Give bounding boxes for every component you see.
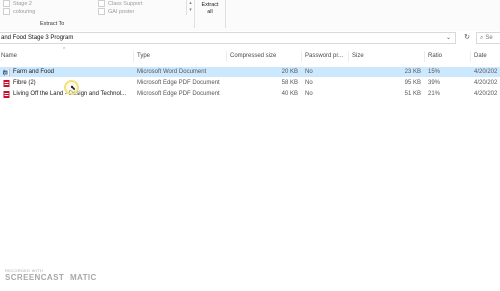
column-divider[interactable] bbox=[133, 51, 134, 62]
file-row[interactable]: W Farm and Food Microsoft Word Document … bbox=[0, 67, 500, 77]
file-type: Microsoft Edge PDF Document bbox=[137, 79, 220, 86]
password-protected: No bbox=[305, 90, 313, 97]
column-name[interactable]: Name bbox=[1, 53, 17, 59]
column-divider[interactable] bbox=[424, 51, 425, 62]
file-type: Microsoft Word Document bbox=[137, 68, 207, 75]
column-header: ^ Name Type Compressed size Password pr.… bbox=[0, 47, 500, 64]
file-name: Farm and Food bbox=[13, 68, 55, 75]
ribbon-item-colouring[interactable]: colouring bbox=[3, 8, 35, 15]
folder-icon bbox=[98, 0, 105, 7]
file-date: 4/20/202 bbox=[474, 90, 498, 97]
address-bar[interactable]: and Food Stage 3 Program bbox=[0, 32, 456, 44]
ribbon-item-class-support[interactable]: Class Support bbox=[98, 0, 143, 7]
mouse-pointer-icon: ⬉ bbox=[70, 85, 76, 92]
folder-icon bbox=[98, 8, 105, 15]
ribbon-item-stage-2[interactable]: Stage 2 bbox=[3, 0, 32, 7]
folder-icon bbox=[3, 0, 10, 7]
column-divider[interactable] bbox=[301, 51, 302, 62]
file-date: 4/20/202 bbox=[474, 68, 498, 75]
pdf-doc-icon bbox=[3, 90, 10, 98]
compressed-size: 20 KB bbox=[281, 68, 298, 75]
sort-up-icon: ^ bbox=[63, 47, 66, 53]
ribbon-gallery-scroll[interactable]: ▴ ▾ bbox=[186, 0, 194, 15]
file-size: 23 KB bbox=[404, 68, 421, 75]
file-size: 95 KB bbox=[404, 79, 421, 86]
refresh-icon[interactable]: ↻ bbox=[461, 32, 473, 44]
search-icon: ⌕ bbox=[480, 34, 484, 41]
compression-ratio: 21% bbox=[428, 90, 441, 97]
column-divider[interactable] bbox=[470, 51, 471, 62]
column-divider[interactable] bbox=[348, 51, 349, 62]
screencast-watermark: RECORDED WITH SCREENCAST MATIC bbox=[5, 268, 97, 282]
search-input[interactable]: ⌕ Se bbox=[476, 32, 500, 44]
file-date: 4/20/202 bbox=[474, 79, 498, 86]
ribbon-divider bbox=[194, 0, 195, 28]
address-path: and Food Stage 3 Program bbox=[1, 35, 74, 41]
chevron-down-icon[interactable]: ⌄ bbox=[446, 34, 451, 41]
address-bar-row: and Food Stage 3 Program ⌄ ↻ ⌕ Se bbox=[0, 31, 500, 46]
password-protected: No bbox=[305, 68, 313, 75]
folder-icon bbox=[3, 8, 10, 15]
column-password[interactable]: Password pr... bbox=[305, 53, 343, 59]
ribbon: Stage 2 colouring Class Support GAI post… bbox=[0, 0, 500, 32]
password-protected: No bbox=[305, 79, 313, 86]
file-type: Microsoft Edge PDF Document bbox=[137, 90, 220, 97]
word-doc-icon: W bbox=[3, 68, 10, 76]
compression-ratio: 15% bbox=[428, 68, 441, 75]
extract-all-button[interactable]: Extract all bbox=[199, 2, 221, 16]
column-divider[interactable] bbox=[226, 51, 227, 62]
column-size[interactable]: Size bbox=[352, 53, 364, 59]
file-size: 51 KB bbox=[404, 90, 421, 97]
compressed-size: 40 KB bbox=[281, 90, 298, 97]
column-type[interactable]: Type bbox=[137, 53, 150, 59]
column-compressed-size[interactable]: Compressed size bbox=[230, 53, 276, 59]
ribbon-item-gai-poster[interactable]: GAI poster bbox=[98, 8, 134, 15]
column-date[interactable]: Date bbox=[474, 53, 487, 59]
pdf-doc-icon bbox=[3, 79, 10, 87]
compression-ratio: 39% bbox=[428, 79, 441, 86]
compressed-size: 58 KB bbox=[281, 79, 298, 86]
column-ratio[interactable]: Ratio bbox=[428, 53, 442, 59]
ribbon-divider bbox=[225, 0, 226, 28]
file-name: Fibre (2) bbox=[13, 79, 36, 86]
ribbon-group-label: Extract To bbox=[40, 21, 65, 27]
